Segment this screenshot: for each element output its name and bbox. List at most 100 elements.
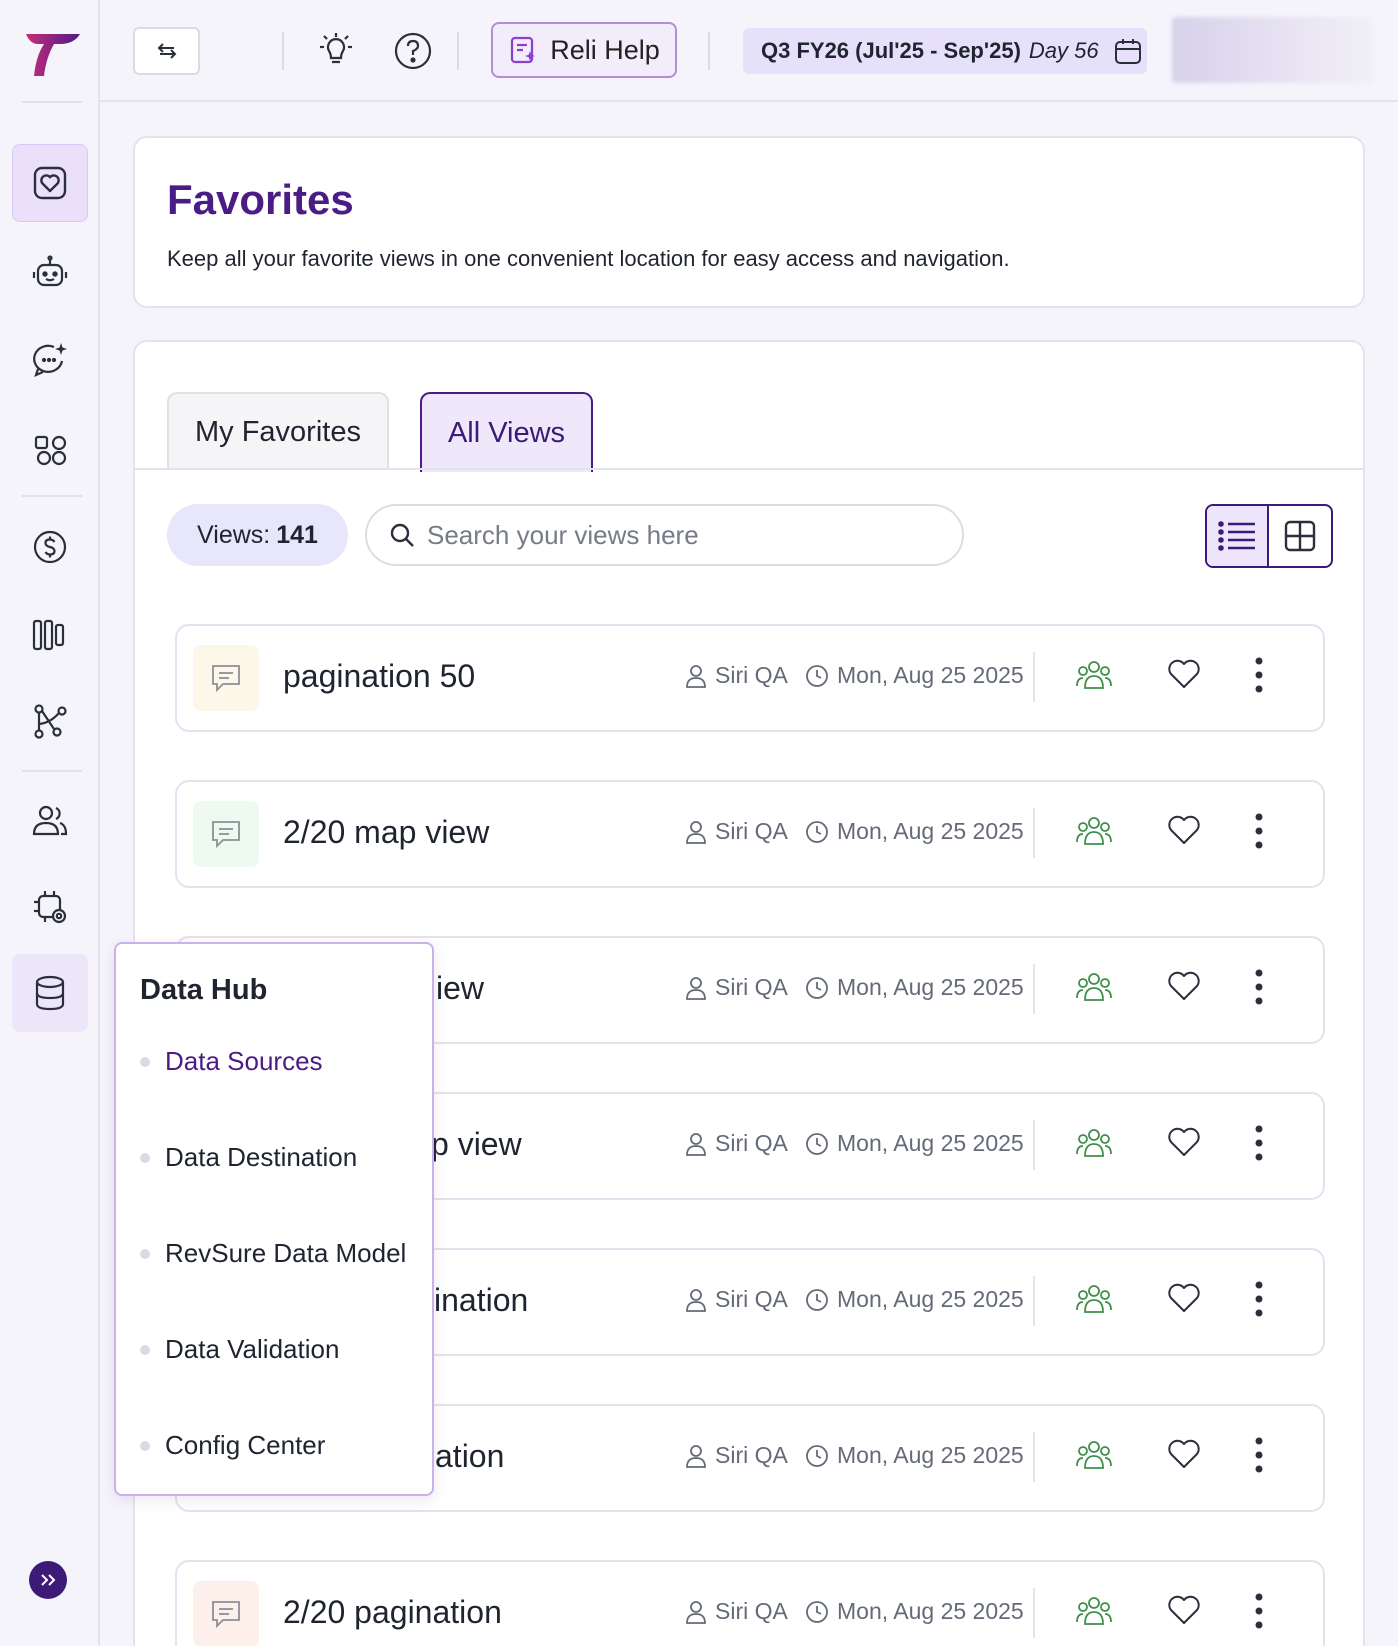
user-icon	[686, 1132, 706, 1156]
header-divider	[708, 32, 710, 70]
top-header: Reli Help Q3 FY26 (Jul'25 - Sep'25) Day …	[100, 0, 1398, 102]
group-icon	[1076, 1597, 1112, 1625]
period-day: Day 56	[1028, 38, 1099, 63]
view-date-text: Mon, Aug 25 2025	[837, 818, 1024, 844]
view-row[interactable]: 2/20 map view Siri QA Mon, Aug 25 2025	[175, 780, 1325, 888]
sidebar-item-shapes[interactable]	[12, 410, 88, 488]
bullet-dot	[140, 1152, 150, 1163]
shared-button[interactable]	[1075, 658, 1113, 697]
sidebar-item-data-hub[interactable]	[12, 954, 88, 1032]
menu-item-label: Data Validation	[165, 1334, 340, 1364]
sidebar-divider	[22, 770, 82, 772]
sidebar-item-flows[interactable]	[12, 682, 88, 760]
user-icon	[686, 1288, 706, 1312]
favorite-button[interactable]	[1167, 658, 1201, 695]
view-row[interactable]: 2/20 pagination Siri QA Mon, Aug 25 2025	[175, 1560, 1325, 1646]
group-icon	[1076, 1285, 1112, 1313]
user-icon	[686, 664, 706, 688]
shared-button[interactable]	[1075, 970, 1113, 1009]
view-name[interactable]: pagination 50	[283, 658, 475, 695]
menu-item-data-sources[interactable]: Data Sources	[140, 1046, 323, 1077]
shared-button[interactable]	[1075, 1126, 1113, 1165]
question-circle-icon	[394, 32, 432, 70]
view-date-text: Mon, Aug 25 2025	[837, 974, 1024, 1000]
sidebar-item-revenue[interactable]	[12, 508, 88, 586]
tab-my-favorites[interactable]: My Favorites	[167, 392, 389, 470]
list-icon	[1218, 521, 1255, 551]
reli-help-button[interactable]: Reli Help	[491, 22, 677, 78]
bullet-dot	[140, 1248, 150, 1259]
view-name[interactable]: ation	[435, 1438, 504, 1475]
favorite-button[interactable]	[1167, 1126, 1201, 1163]
sidebar-item-board[interactable]	[12, 596, 88, 674]
grid-view-button[interactable]	[1269, 506, 1331, 566]
row-divider	[1033, 1120, 1035, 1170]
view-date: Mon, Aug 25 2025	[805, 662, 1024, 689]
bot-icon	[32, 255, 68, 287]
favorite-button[interactable]	[1167, 814, 1201, 851]
shared-button[interactable]	[1075, 1438, 1113, 1477]
tab-all-views[interactable]: All Views	[420, 392, 593, 472]
views-count-value: 141	[276, 520, 318, 549]
view-name[interactable]: iew	[436, 970, 484, 1007]
more-options-button[interactable]	[1254, 1280, 1264, 1323]
row-divider	[1033, 1588, 1035, 1638]
view-name[interactable]: ination	[434, 1282, 528, 1319]
sidebar-item-users[interactable]	[12, 782, 88, 860]
view-name[interactable]: 2/20 map view	[283, 814, 489, 851]
columns-icon	[32, 619, 65, 651]
shared-button[interactable]	[1075, 814, 1113, 853]
menu-item-config-center[interactable]: Config Center	[140, 1430, 325, 1461]
reli-help-label: Reli Help	[550, 34, 660, 65]
view-owner-name: Siri QA	[715, 1286, 788, 1312]
view-row[interactable]: pagination 50 Siri QA Mon, Aug 25 2025	[175, 624, 1325, 732]
expand-sidebar-button[interactable]	[29, 1561, 67, 1599]
clock-icon	[806, 1288, 828, 1311]
sidebar-item-favorites[interactable]	[12, 144, 88, 222]
more-options-button[interactable]	[1254, 1124, 1264, 1167]
page-subtitle: Keep all your favorite views in one conv…	[167, 246, 1010, 271]
collapse-button[interactable]	[133, 27, 200, 75]
bullet-dot	[140, 1344, 150, 1355]
menu-item-label: Data Sources	[165, 1046, 323, 1076]
favorite-button[interactable]	[1167, 1282, 1201, 1319]
view-date-text: Mon, Aug 25 2025	[837, 1286, 1024, 1312]
view-type-icon-box	[193, 801, 259, 867]
more-options-button[interactable]	[1254, 1592, 1264, 1635]
row-divider	[1033, 808, 1035, 858]
group-icon	[1076, 1441, 1112, 1469]
sidebar-item-agents[interactable]	[12, 234, 88, 312]
view-date-text: Mon, Aug 25 2025	[837, 1130, 1024, 1156]
menu-item-data-model[interactable]: RevSure Data Model	[140, 1238, 406, 1269]
more-options-button[interactable]	[1254, 812, 1264, 855]
more-vertical-icon	[1255, 813, 1263, 849]
menu-item-label: Data Destination	[165, 1142, 358, 1172]
favorite-button[interactable]	[1167, 1594, 1201, 1631]
shared-button[interactable]	[1075, 1594, 1113, 1633]
more-options-button[interactable]	[1254, 656, 1264, 699]
shared-button[interactable]	[1075, 1282, 1113, 1321]
heart-icon	[1168, 1283, 1200, 1312]
tips-button[interactable]	[313, 28, 359, 74]
favorite-button[interactable]	[1167, 1438, 1201, 1475]
period-selector[interactable]: Q3 FY26 (Jul'25 - Sep'25) Day 56	[743, 28, 1147, 74]
swap-arrows-icon	[157, 43, 176, 59]
help-button[interactable]	[390, 28, 436, 74]
view-name[interactable]: 2/20 pagination	[283, 1594, 502, 1631]
views-count-label: Views:	[197, 520, 271, 549]
sidebar-item-settings[interactable]	[12, 868, 88, 946]
menu-item-data-validation[interactable]: Data Validation	[140, 1334, 339, 1365]
favorite-button[interactable]	[1167, 970, 1201, 1007]
list-view-button[interactable]	[1207, 506, 1270, 566]
search-icon	[390, 523, 414, 547]
more-options-button[interactable]	[1254, 1436, 1264, 1479]
view-name[interactable]: p view	[431, 1126, 522, 1163]
view-owner: Siri QA	[685, 1286, 788, 1313]
row-divider	[1033, 1276, 1035, 1326]
sidebar-item-ai-chat[interactable]	[12, 320, 88, 398]
menu-item-data-destination[interactable]: Data Destination	[140, 1142, 357, 1173]
user-profile[interactable]	[1172, 17, 1372, 83]
search-input[interactable]	[427, 519, 907, 551]
more-options-button[interactable]	[1254, 968, 1264, 1011]
user-icon	[686, 976, 706, 1000]
